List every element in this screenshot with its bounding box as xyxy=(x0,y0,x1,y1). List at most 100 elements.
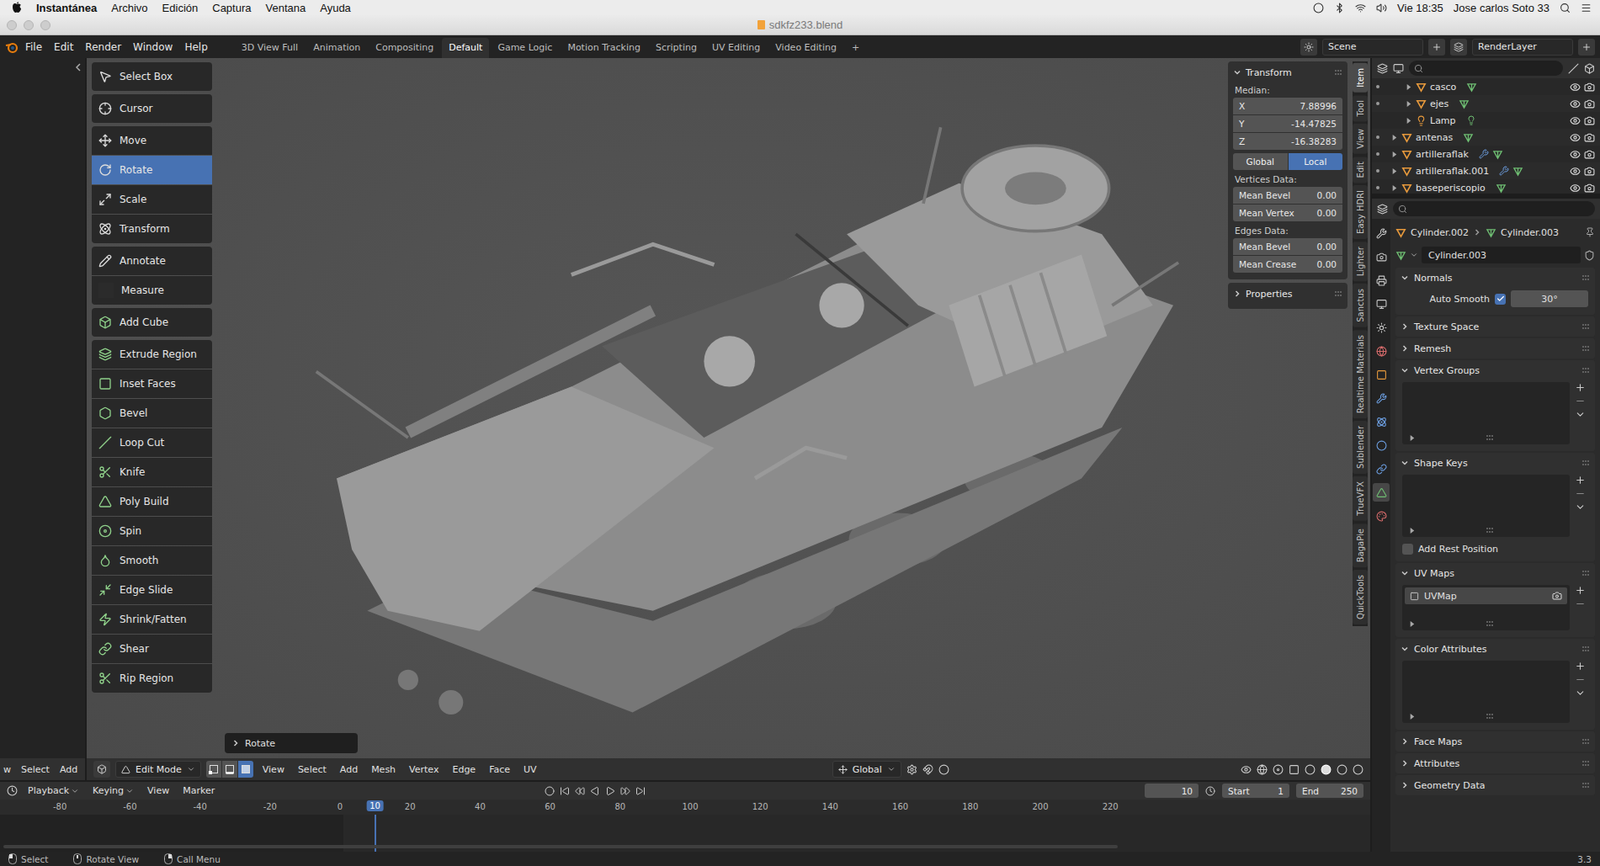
scene-browse-button[interactable] xyxy=(1300,38,1318,56)
tool-button[interactable]: Scale xyxy=(91,185,213,214)
modifier-icon[interactable] xyxy=(1478,148,1489,160)
grip-icon[interactable] xyxy=(1581,323,1590,330)
collapse-region-icon[interactable] xyxy=(74,63,82,72)
tool-button[interactable]: Poly Build xyxy=(91,487,213,516)
collapsed-icon[interactable] xyxy=(1390,133,1399,142)
close-button[interactable] xyxy=(6,20,17,31)
mesh-object-icon[interactable] xyxy=(1415,98,1427,110)
tool-button[interactable]: Bevel xyxy=(91,398,213,428)
render-icon[interactable] xyxy=(1584,81,1595,93)
minimize-button[interactable] xyxy=(23,20,34,31)
menu-icon[interactable] xyxy=(1574,687,1586,699)
control-center-icon[interactable] xyxy=(1580,2,1592,14)
panel-header[interactable]: Vertex Groups xyxy=(1395,360,1595,381)
panel-header[interactable]: Transform xyxy=(1233,63,1343,81)
render-icon[interactable] xyxy=(1584,182,1595,194)
wireframe-shading-icon[interactable] xyxy=(1304,764,1316,776)
select-mode-button[interactable] xyxy=(206,760,222,778)
panel-header[interactable]: Remesh xyxy=(1395,338,1595,359)
mode-dropdown[interactable]: Edit Mode xyxy=(115,760,202,778)
mode-dot[interactable] xyxy=(1376,186,1380,190)
mac-menu-item[interactable]: Ventana xyxy=(265,1,307,15)
tool-button[interactable]: Add Cube xyxy=(91,308,213,337)
select-mode-button[interactable] xyxy=(238,760,254,778)
sidebar-tab[interactable]: Edit xyxy=(1352,156,1368,183)
tool-button[interactable]: Transform xyxy=(91,214,213,244)
grip-icon[interactable] xyxy=(1581,366,1590,374)
jump-end-icon[interactable] xyxy=(635,786,646,797)
tool-button[interactable]: Move xyxy=(91,126,213,155)
workspace-tab[interactable]: Animation xyxy=(306,37,367,59)
expanded-icon[interactable] xyxy=(1400,568,1409,578)
add-icon[interactable] xyxy=(1574,474,1586,486)
remove-icon[interactable] xyxy=(1574,674,1586,686)
playhead[interactable]: 10 xyxy=(366,800,384,812)
timeline-menu[interactable]: Marker xyxy=(179,785,218,797)
spotlight-icon[interactable] xyxy=(1559,2,1571,14)
tool-button[interactable]: Loop Cut xyxy=(91,428,213,458)
space-button[interactable]: Global xyxy=(1233,153,1288,171)
mode-dot[interactable] xyxy=(1376,135,1380,139)
tool-button[interactable]: Knife xyxy=(91,457,213,487)
active-render-icon[interactable] xyxy=(1552,590,1563,601)
panel-header[interactable]: UV Maps xyxy=(1395,563,1595,584)
record-icon[interactable] xyxy=(544,786,555,797)
properties-tab[interactable] xyxy=(1372,483,1390,502)
panel-header[interactable]: Shape Keys xyxy=(1395,452,1595,474)
panel-header[interactable]: Geometry Data xyxy=(1395,775,1595,796)
panel-header[interactable]: Texture Space xyxy=(1395,316,1595,337)
visibility-icon[interactable] xyxy=(1569,115,1581,127)
top-menu[interactable]: Render xyxy=(79,38,127,56)
user-name[interactable]: Jose carlos Soto 33 xyxy=(1453,1,1550,15)
grip-icon[interactable] xyxy=(1485,712,1494,720)
viewport-3d[interactable]: Select BoxCursorMoveRotateScaleTransform… xyxy=(86,58,1371,759)
end-frame-field[interactable]: End250 xyxy=(1296,783,1364,798)
properties-tab[interactable] xyxy=(1372,506,1390,526)
list-item[interactable]: UVMap xyxy=(1404,587,1568,605)
top-menu[interactable]: Help xyxy=(179,38,213,56)
ui-list[interactable]: UVMap xyxy=(1402,584,1570,631)
timeline-editor-icon[interactable] xyxy=(6,785,18,797)
grip-icon[interactable] xyxy=(1581,459,1590,467)
properties-tab[interactable] xyxy=(1372,341,1390,361)
mesh-data-icon[interactable] xyxy=(1458,98,1470,110)
header-menu[interactable]: View xyxy=(258,762,289,777)
sidebar-tab[interactable]: View xyxy=(1352,123,1368,155)
play-icon[interactable] xyxy=(605,786,616,797)
auto-smooth-checkbox[interactable] xyxy=(1494,293,1506,305)
render-icon[interactable] xyxy=(1584,98,1595,110)
grip-icon[interactable] xyxy=(1581,738,1590,745)
pivot-icon[interactable] xyxy=(906,764,918,776)
value-field[interactable]: Mean Vertex0.00 xyxy=(1233,204,1343,222)
status-app-icon[interactable] xyxy=(1312,2,1324,14)
properties-tab[interactable] xyxy=(1372,388,1390,408)
sidebar-tab[interactable]: TrueVFX xyxy=(1352,476,1368,521)
coordinate-field[interactable]: Z-16.38283 xyxy=(1233,132,1343,150)
properties-tab[interactable] xyxy=(1372,223,1390,243)
expanded-icon[interactable] xyxy=(1400,273,1409,282)
next-keyframe-icon[interactable] xyxy=(620,786,631,797)
collapsed-icon[interactable] xyxy=(1400,781,1409,790)
light-data-icon[interactable] xyxy=(1466,115,1477,126)
tool-button[interactable]: Smooth xyxy=(91,546,213,575)
blender-logo-icon[interactable] xyxy=(5,40,19,54)
mac-menu-item[interactable]: Captura xyxy=(212,1,251,15)
mesh-object-icon[interactable] xyxy=(1401,148,1413,160)
coordinate-field[interactable]: Y-14.47825 xyxy=(1233,115,1343,133)
redo-panel[interactable]: Rotate xyxy=(224,733,358,754)
visibility-icon[interactable] xyxy=(1569,81,1581,93)
outliner-row[interactable]: artilleraflak.001 xyxy=(1371,162,1600,180)
render-icon[interactable] xyxy=(1584,165,1595,177)
coordinate-field[interactable]: X7.88996 xyxy=(1233,97,1343,115)
sidebar-tab[interactable]: Tool xyxy=(1352,95,1368,122)
panel-header[interactable]: Attributes xyxy=(1395,753,1595,774)
play-reverse-icon[interactable] xyxy=(590,786,601,797)
angle-field[interactable]: 30° xyxy=(1510,290,1589,308)
tool-button[interactable]: Cursor xyxy=(91,94,213,123)
jump-start-icon[interactable] xyxy=(559,786,570,797)
scene-field[interactable]: Scene xyxy=(1322,38,1424,56)
app-menu[interactable]: Instantánea xyxy=(36,1,97,15)
collapsed-icon[interactable] xyxy=(1408,434,1416,442)
header-menu[interactable]: Add xyxy=(335,762,362,777)
collapsed-icon[interactable] xyxy=(1390,184,1399,192)
